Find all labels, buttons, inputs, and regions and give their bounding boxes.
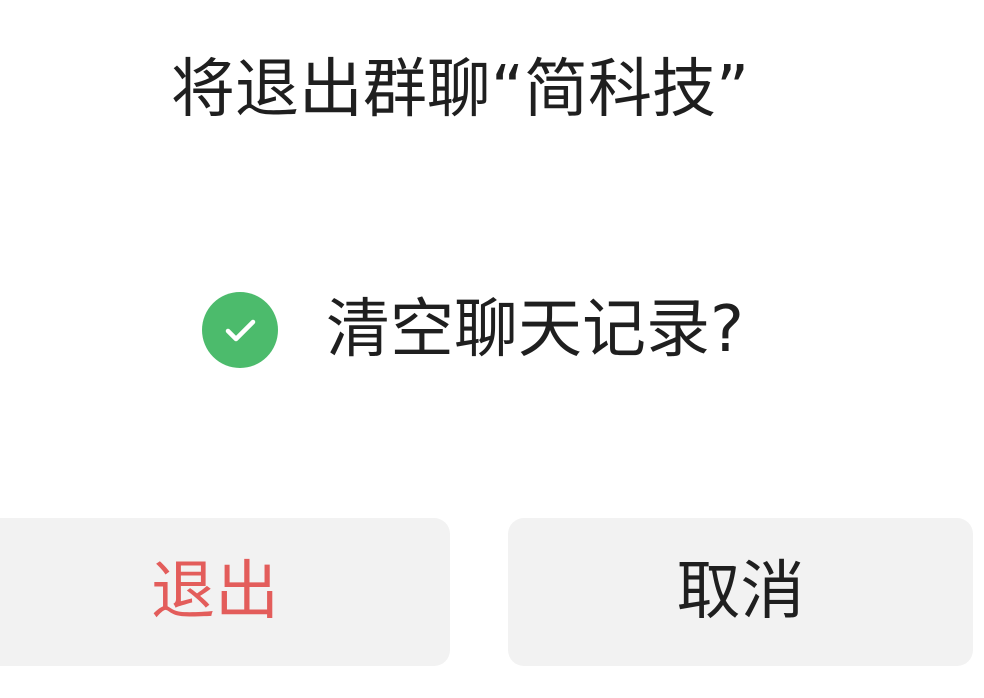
- clear-history-label: 清空聊天记录?: [326, 293, 744, 367]
- exit-group-dialog: 将退出群聊“简科技” 清空聊天记录? 退出 取消: [0, 0, 984, 698]
- clear-history-checkbox[interactable]: 清空聊天记录?: [202, 290, 744, 370]
- check-circle-icon[interactable]: [202, 292, 278, 368]
- cancel-button[interactable]: 取消: [508, 518, 973, 666]
- exit-button[interactable]: 退出: [0, 518, 450, 666]
- dialog-title: 将退出群聊“简科技”: [170, 53, 750, 127]
